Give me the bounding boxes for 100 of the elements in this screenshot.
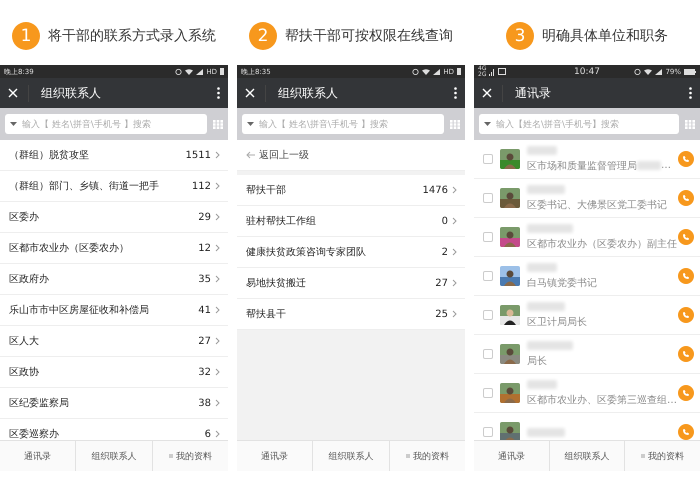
- wifi-icon: [644, 68, 652, 74]
- group-row[interactable]: 区政府办 35: [0, 264, 228, 295]
- phone-icon: [682, 272, 690, 280]
- back-row[interactable]: 返回上一级: [237, 140, 465, 171]
- window-title: 组织联系人: [265, 84, 444, 102]
- tab[interactable]: 组织联系人: [312, 441, 389, 471]
- checkbox[interactable]: [483, 232, 493, 242]
- step-caption: 明确具体单位和职务: [542, 26, 668, 44]
- contact-title: 区市场和质量监督管理局: [527, 160, 637, 172]
- group-row[interactable]: 易地扶贫搬迁 27: [237, 268, 465, 299]
- contact-row[interactable]: 区市场和质量监督管理局 …: [474, 140, 700, 179]
- tab[interactable]: 通讯录: [237, 441, 312, 471]
- checkbox[interactable]: [483, 271, 493, 281]
- group-name: 区委巡察办: [9, 428, 60, 440]
- group-name: 帮扶干部: [246, 184, 287, 197]
- checkbox[interactable]: [483, 388, 493, 398]
- checkbox[interactable]: [483, 193, 493, 203]
- more-icon[interactable]: [217, 87, 220, 99]
- square-icon: [641, 454, 646, 458]
- group-row[interactable]: 帮扶县干 25: [237, 299, 465, 330]
- phone-icon: [682, 389, 690, 397]
- phone-icon: [682, 155, 690, 163]
- signal-icon: [489, 68, 496, 76]
- contact-title: 白马镇党委书记: [527, 276, 597, 290]
- phone-icon: [682, 428, 690, 436]
- group-row[interactable]: 区委办 29: [0, 202, 228, 233]
- group-name: 区政府办: [9, 272, 50, 286]
- member-count: 1476: [422, 184, 448, 196]
- grid-icon[interactable]: [450, 120, 460, 128]
- close-icon[interactable]: [482, 88, 492, 98]
- wifi-icon: [422, 68, 430, 74]
- member-count: 2: [442, 246, 448, 258]
- grid-icon[interactable]: [685, 120, 695, 128]
- close-icon[interactable]: [245, 88, 255, 98]
- contact-row[interactable]: 区委书记、大佛景区党工委书记: [474, 179, 700, 218]
- member-count: 1511: [186, 150, 211, 160]
- checkbox[interactable]: [483, 349, 493, 359]
- more-icon[interactable]: [689, 87, 692, 99]
- member-count: 27: [198, 336, 211, 346]
- call-button[interactable]: [678, 385, 694, 401]
- chevron-icon: [452, 186, 457, 194]
- group-row[interactable]: 区委巡察办 6: [0, 419, 228, 440]
- group-name: 易地扶贫搬迁: [246, 276, 307, 290]
- group-row[interactable]: （群组）脱贫攻坚 1511: [0, 140, 228, 171]
- contact-row[interactable]: 区卫计局局长: [474, 296, 700, 335]
- dropdown-icon: [247, 122, 254, 126]
- group-name: 健康扶贫政策咨询专家团队: [246, 246, 367, 259]
- tab[interactable]: 组织联系人: [548, 441, 624, 471]
- contact-title: 区委书记、大佛景区党工委书记: [527, 198, 667, 212]
- chevron-icon: [215, 399, 220, 407]
- tab[interactable]: 通讯录: [474, 441, 549, 471]
- chevron-icon: [215, 430, 220, 438]
- tab[interactable]: 通讯录: [0, 441, 76, 471]
- call-button[interactable]: [678, 346, 694, 362]
- member-count: 112: [192, 180, 211, 192]
- member-count: 12: [198, 242, 211, 254]
- contact-row[interactable]: 局长: [474, 335, 700, 374]
- more-icon[interactable]: [454, 87, 457, 99]
- phone-icon: [682, 311, 690, 319]
- blurred-name: [527, 302, 565, 310]
- group-row[interactable]: 区纪委监察局 38: [0, 388, 228, 419]
- checkbox[interactable]: [483, 310, 493, 320]
- tab[interactable]: 我的资料: [152, 441, 228, 471]
- contact-row[interactable]: 区都市农业办、区委第三巡查组…: [474, 374, 700, 413]
- tab[interactable]: 我的资料: [624, 441, 700, 471]
- group-row[interactable]: （群组）部门、乡镇、街道一把手 112: [0, 171, 228, 202]
- status-time: 10:47: [574, 66, 600, 76]
- group-row[interactable]: 区政协 32: [0, 357, 228, 388]
- chevron-icon: [452, 217, 457, 225]
- call-button[interactable]: [678, 151, 694, 167]
- member-count: 27: [435, 278, 448, 288]
- battery-icon: [457, 68, 461, 75]
- group-row[interactable]: 乐山市市中区房屋征收和补偿局 41: [0, 295, 228, 326]
- dropdown-icon: [484, 122, 491, 126]
- call-button[interactable]: [678, 268, 694, 284]
- group-row[interactable]: 健康扶贫政策咨询专家团队 2: [237, 237, 465, 268]
- blurred-name: [527, 340, 573, 350]
- call-button[interactable]: [678, 424, 694, 440]
- call-button[interactable]: [678, 307, 694, 323]
- tab[interactable]: 我的资料: [388, 441, 465, 471]
- back-label: 返回上一级: [259, 148, 309, 162]
- member-count: 29: [198, 212, 211, 222]
- group-name: 区都市农业办（区委农办）: [9, 242, 130, 255]
- group-row[interactable]: 驻村帮扶工作组 0: [237, 206, 465, 237]
- close-icon[interactable]: [8, 88, 18, 98]
- tab[interactable]: 组织联系人: [75, 441, 152, 471]
- phone-icon: [682, 233, 690, 241]
- signal-icon: [196, 68, 204, 74]
- contact-row[interactable]: 白马镇党委书记: [474, 257, 700, 296]
- contact-title: 局长: [527, 354, 547, 368]
- call-button[interactable]: [678, 229, 694, 245]
- group-row[interactable]: 区都市农业办（区委农办） 12: [0, 233, 228, 264]
- contact-row[interactable]: 区都市农业办（区委农办）副主任: [474, 218, 700, 257]
- call-button[interactable]: [678, 190, 694, 206]
- group-name: 区委办: [9, 210, 40, 224]
- group-row[interactable]: 区人大 27: [0, 326, 228, 357]
- checkbox[interactable]: [483, 154, 493, 164]
- grid-icon[interactable]: [213, 120, 223, 128]
- checkbox[interactable]: [483, 427, 493, 437]
- group-row[interactable]: 帮扶干部 1476: [237, 175, 465, 206]
